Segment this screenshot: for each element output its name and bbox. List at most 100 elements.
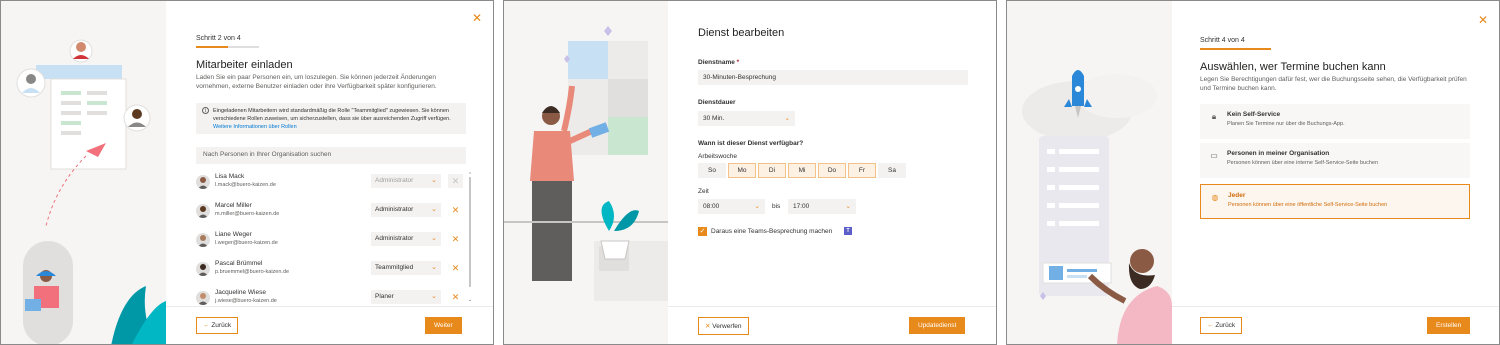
- footer: ← Zurück Erstellen: [1172, 306, 1499, 344]
- person-row: Liane Weger l.weger@buero-kaizen.de Admini…: [196, 230, 466, 254]
- person-email: p.bruemmel@buero-kaizen.de: [215, 269, 290, 275]
- info-icon: i: [202, 107, 209, 114]
- day-toggle-mo[interactable]: Mo: [728, 163, 756, 178]
- page-title: Auswählen, wer Termine buchen kann: [1200, 61, 1386, 73]
- permission-option[interactable]: ◍ Jeder Personen können über eine öffentli…: [1200, 184, 1470, 219]
- avatar: [196, 233, 210, 247]
- back-button[interactable]: ← Zurück: [196, 317, 239, 334]
- service-duration-label: Dienstdauer: [698, 99, 736, 106]
- person-name: Marcel Miller: [215, 202, 252, 209]
- invite-illustration: [1, 1, 166, 344]
- service-duration-dropdown[interactable]: 30 Min. ⌄: [698, 111, 795, 126]
- time-label: Zeit: [698, 188, 709, 195]
- option-description: Personen können über eine interne Self-S…: [1227, 160, 1379, 166]
- chevron-down-icon: ⌄: [431, 235, 437, 242]
- people-search-input[interactable]: Nach Personen in Ihrer Organisation such…: [196, 147, 466, 164]
- weekday-selector: So Mo Di Mi Do Fr Sa: [698, 163, 906, 178]
- option-title: Kein Self-Service: [1227, 111, 1281, 118]
- chevron-down-icon: ⌄: [431, 177, 437, 184]
- day-toggle-mi[interactable]: Mi: [788, 163, 816, 178]
- briefcase-icon: ▭: [1210, 151, 1218, 160]
- remove-person-icon[interactable]: ✕: [448, 232, 463, 246]
- person-email: l.mack@buero-kaizen.de: [215, 182, 276, 188]
- progress-bar: [196, 46, 259, 48]
- remove-person-icon[interactable]: ✕: [448, 290, 463, 304]
- edit-service-panel: Dienst bearbeiten Dienstname * 30-Minute…: [503, 0, 997, 345]
- permission-option[interactable]: ▭ Personen in meiner Organisation Personen…: [1200, 143, 1470, 178]
- service-illustration: [504, 1, 668, 344]
- footer: ← Zurück Weiter: [166, 306, 493, 344]
- person-name: Lisa Mack: [215, 173, 245, 180]
- chevron-down-icon: ⌄: [431, 293, 437, 300]
- day-toggle-di[interactable]: Di: [758, 163, 786, 178]
- teams-icon: T: [844, 227, 852, 235]
- progress-fill: [1200, 48, 1271, 50]
- avatar: [196, 175, 210, 189]
- invite-content: ✕ Schritt 2 von 4 Mitarbeiter einladen L…: [166, 1, 493, 344]
- arrow-left-icon: ←: [1207, 322, 1214, 329]
- close-icon[interactable]: ✕: [1478, 13, 1488, 27]
- list-scrollbar[interactable]: [469, 177, 471, 287]
- person-email: m.miller@buero-kaizen.de: [215, 211, 280, 217]
- step-indicator: Schritt 4 von 4: [1200, 37, 1245, 44]
- close-icon[interactable]: ✕: [472, 11, 482, 25]
- page-description: Legen Sie Berechtigungen dafür fest, wer…: [1200, 76, 1467, 92]
- service-name-input[interactable]: 30-Minuten-Besprechung: [698, 70, 968, 85]
- role-dropdown[interactable]: Administrator ⌄: [371, 174, 441, 188]
- day-toggle-sa[interactable]: Sa: [878, 163, 906, 178]
- avatar: [196, 262, 210, 276]
- person-name: Liane Weger: [215, 231, 252, 238]
- booking-illustration: [1007, 1, 1172, 344]
- person-name: Jacqueline Wiese: [215, 289, 266, 296]
- progress-bar: [1200, 48, 1271, 50]
- person-row: Lisa Mack l.mack@buero-kaizen.de Administr…: [196, 172, 466, 196]
- permission-option[interactable]: 🔒︎ Kein Self-Service Planen Sie Termine nu…: [1200, 104, 1470, 139]
- service-name-label: Dienstname *: [698, 59, 740, 66]
- option-title: Jeder: [1228, 192, 1246, 199]
- create-button[interactable]: Erstellen: [1427, 317, 1471, 334]
- chevron-down-icon: ⌄: [431, 264, 437, 271]
- person-email: j.wiese@buero-kaizen.de: [215, 298, 277, 304]
- remove-person-icon[interactable]: ✕: [448, 261, 463, 275]
- chevron-down-icon: ⌄: [754, 203, 760, 210]
- person-row: Marcel Miller m.miller@buero-kaizen.de Adm…: [196, 201, 466, 225]
- page-title: Dienst bearbeiten: [698, 27, 785, 39]
- progress-fill: [196, 46, 228, 48]
- remove-person-icon[interactable]: ✕: [448, 174, 463, 188]
- remove-person-icon[interactable]: ✕: [448, 203, 463, 217]
- person-row: Pascal Brümmel p.bruemmel@buero-kaizen.de…: [196, 259, 466, 283]
- time-separator: bis: [772, 203, 781, 210]
- info-text: Eingeladenen Mitarbeitern wird standardm…: [213, 108, 451, 122]
- booking-permissions-content: ✕ Schritt 4 von 4 Auswählen, wer Termine…: [1172, 1, 1499, 344]
- day-toggle-fr[interactable]: Fr: [848, 163, 876, 178]
- teams-meeting-checkbox[interactable]: ✓: [698, 227, 707, 236]
- day-toggle-do[interactable]: Do: [818, 163, 846, 178]
- person-email: l.weger@buero-kaizen.de: [215, 240, 278, 246]
- time-from-dropdown[interactable]: 08:00 ⌄: [698, 199, 765, 214]
- role-dropdown[interactable]: Planer ⌄: [371, 290, 441, 304]
- globe-icon: ◍: [1211, 193, 1219, 202]
- time-to-dropdown[interactable]: 17:00 ⌄: [788, 199, 856, 214]
- chevron-down-icon: ⌄: [784, 115, 790, 122]
- teams-meeting-label: Daraus eine Teams-Besprechung machen: [711, 228, 833, 235]
- avatar: [196, 291, 210, 305]
- option-description: Planen Sie Termine nur über die Buchungs…: [1227, 121, 1345, 127]
- next-button[interactable]: Weiter: [425, 317, 462, 334]
- role-dropdown[interactable]: Administrator ⌄: [371, 203, 441, 217]
- footer: ✕ Verwerfen Updatedienst: [668, 306, 996, 344]
- arrow-left-icon: ←: [203, 322, 210, 329]
- option-title: Personen in meiner Organisation: [1227, 150, 1330, 157]
- close-icon: ✕: [705, 323, 711, 330]
- scroll-up-icon[interactable]: ⌃: [468, 172, 472, 178]
- back-button[interactable]: ← Zurück: [1200, 317, 1243, 334]
- day-toggle-so[interactable]: So: [698, 163, 726, 178]
- lock-icon: 🔒︎: [1211, 112, 1217, 121]
- update-service-button[interactable]: Updatedienst: [909, 317, 966, 334]
- scroll-down-icon[interactable]: ⌄: [468, 297, 472, 303]
- roles-info-link[interactable]: Weitere Informationen über Rollen: [213, 124, 297, 130]
- role-dropdown[interactable]: Administrator ⌄: [371, 232, 441, 246]
- availability-label: Wann ist dieser Dienst verfügbar?: [698, 140, 804, 147]
- role-dropdown[interactable]: Teammitglied ⌄: [371, 261, 441, 275]
- discard-button[interactable]: ✕ Verwerfen: [698, 317, 749, 335]
- option-description: Personen können über eine öffentliche Se…: [1228, 202, 1388, 208]
